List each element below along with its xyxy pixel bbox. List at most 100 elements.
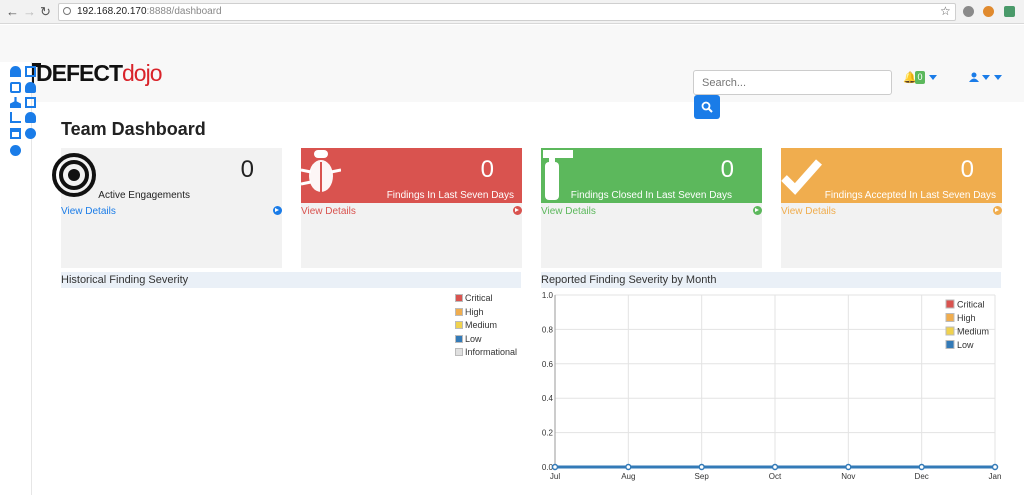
card-label: Findings Accepted In Last Seven Days	[824, 190, 996, 201]
reload-icon[interactable]: ↻	[40, 4, 51, 20]
card-header: 0 Findings Closed In Last Seven Days	[541, 148, 762, 203]
y-tick-label: 0.6	[542, 360, 554, 369]
search-input[interactable]	[693, 70, 892, 95]
data-point	[991, 463, 999, 471]
x-tick-label: Dec	[915, 472, 929, 481]
card-value: 0	[240, 156, 254, 183]
user-icon[interactable]	[969, 72, 979, 82]
chevron-down-icon[interactable]	[994, 75, 1002, 80]
legend-item: Low	[455, 334, 517, 348]
back-icon[interactable]: ←	[6, 4, 19, 19]
y-tick-label: 0.2	[542, 429, 554, 438]
legend-swatch	[455, 348, 463, 356]
x-tick-label: Jan	[989, 472, 1002, 481]
legend-swatch	[455, 321, 463, 329]
card-findings-closed: 0 Findings Closed In Last Seven Days Vie…	[541, 148, 762, 268]
legend-label: Informational	[465, 347, 518, 357]
legend-swatch	[945, 326, 955, 336]
historical-panel-title: Historical Finding Severity	[61, 272, 521, 288]
chevron-down-icon[interactable]	[982, 75, 990, 80]
search-button[interactable]	[694, 95, 720, 119]
x-tick-label: Aug	[621, 472, 635, 481]
legend-swatch	[455, 334, 463, 343]
legend-item: Critical	[455, 293, 517, 307]
card-header: 0 Findings Accepted In Last Seven Days	[781, 148, 1002, 203]
arrow-circle-right-icon[interactable]	[273, 206, 282, 215]
card-value: 0	[720, 156, 734, 183]
file-icon[interactable]	[25, 97, 36, 108]
legend-swatch	[945, 340, 955, 349]
arrow-circle-right-icon[interactable]	[993, 206, 1002, 215]
card-header: 0 Active Engagements	[52, 148, 282, 203]
legend-label: Critical	[957, 300, 985, 310]
card-label: Active Engagements	[98, 190, 190, 201]
inbox-icon[interactable]	[10, 82, 21, 93]
notification-badge: 0	[915, 71, 925, 84]
gear-icon[interactable]	[25, 128, 36, 139]
monthly-panel-title: Reported Finding Severity by Month	[541, 272, 1001, 288]
severity-by-month-chart: 0.00.20.40.60.81.0Jul Aug Sep Oct Nov Dec JanC…	[542, 291, 1002, 481]
bar-chart-icon[interactable]	[10, 112, 21, 123]
y-tick-label: 1.0	[542, 291, 554, 300]
extension-icon[interactable]	[983, 6, 994, 17]
legend-label: Medium	[957, 327, 989, 337]
extension-icon[interactable]	[1004, 6, 1015, 17]
legend-item: Informational	[455, 347, 517, 361]
legend-swatch	[945, 299, 955, 309]
target-icon	[52, 153, 96, 197]
legend-label: Medium	[465, 320, 498, 330]
logo-text: DEFECT	[36, 60, 123, 86]
user-icon[interactable]	[25, 112, 36, 123]
arrow-circle-right-icon[interactable]	[753, 206, 762, 215]
card-value: 0	[960, 156, 974, 183]
calendar-icon[interactable]	[10, 128, 21, 139]
forward-icon[interactable]: →	[23, 4, 36, 19]
sidebar	[0, 62, 36, 495]
bookmark-star-icon[interactable]: ☆	[940, 4, 951, 18]
app-logo[interactable]: DEFECTdojo	[36, 60, 162, 87]
card-header: 0 Findings In Last Seven Days	[301, 148, 522, 203]
legend-item: Medium	[455, 320, 517, 334]
legend-label: High	[957, 313, 976, 323]
legend-label: High	[465, 306, 484, 317]
historical-legend: Critical High Medium Low Informational	[455, 293, 517, 361]
check-icon	[781, 159, 822, 195]
url-host: 192.168.20.170	[77, 6, 147, 17]
view-details-link[interactable]: View Details	[541, 206, 596, 217]
view-details-link[interactable]: View Details	[781, 206, 836, 217]
legend-swatch	[455, 294, 463, 302]
card-value: 0	[480, 156, 494, 183]
logo-accent: dojo	[122, 60, 162, 86]
x-tick-label: Sep	[695, 472, 710, 481]
view-details-link[interactable]: View Details	[301, 206, 356, 217]
card-label: Findings Closed In Last Seven Days	[570, 190, 732, 201]
data-point	[551, 463, 559, 471]
data-point	[625, 463, 632, 471]
dashboard-icon[interactable]	[10, 66, 21, 77]
extension-icon[interactable]	[963, 6, 974, 17]
data-point	[845, 463, 852, 471]
card-active-engagements: 0 Active Engagements View Details	[52, 148, 282, 268]
view-details-link[interactable]: View Details	[61, 206, 116, 217]
data-point	[918, 463, 925, 471]
arrow-circle-right-icon[interactable]	[513, 206, 522, 215]
x-tick-label: Nov	[841, 472, 855, 481]
legend-swatch	[455, 307, 463, 316]
sitemap-icon[interactable]	[10, 97, 21, 108]
y-tick-label: 0.4	[542, 394, 554, 403]
card-findings-seven-days: 0 Findings In Last Seven Days View Detai…	[301, 148, 522, 268]
address-bar[interactable]: 192.168.20.170:8888/dashboard	[58, 3, 956, 21]
page-title: Team Dashboard	[61, 119, 206, 139]
legend-label: Low	[957, 340, 974, 350]
card-label: Findings In Last Seven Days	[386, 190, 514, 201]
bug-icon	[301, 150, 341, 192]
arrow-circle-right-icon[interactable]	[10, 145, 21, 156]
chevron-down-icon[interactable]	[929, 75, 937, 80]
info-icon[interactable]	[63, 7, 71, 15]
y-tick-label: 0.8	[542, 325, 554, 334]
legend-label: Low	[465, 333, 482, 344]
product-icon[interactable]	[25, 66, 36, 77]
data-point	[771, 463, 779, 471]
data-point	[698, 463, 705, 471]
bug-icon[interactable]	[25, 82, 36, 93]
